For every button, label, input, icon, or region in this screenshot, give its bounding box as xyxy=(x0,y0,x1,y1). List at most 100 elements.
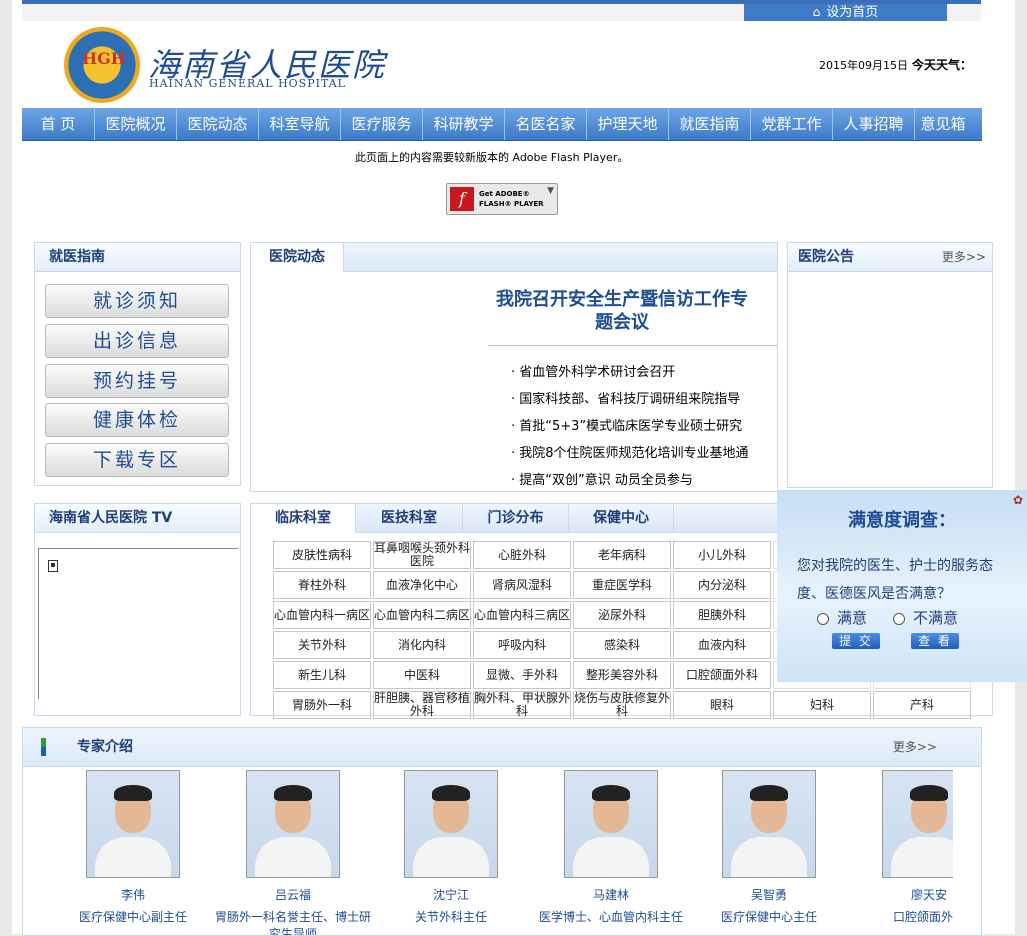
hospital-logo[interactable]: HGH xyxy=(64,27,140,103)
department-cell[interactable]: 泌尿外科 xyxy=(573,601,671,629)
expert-photo[interactable] xyxy=(404,770,498,878)
expert-photo[interactable] xyxy=(86,770,180,878)
expert-photo[interactable] xyxy=(882,770,953,878)
expert-card[interactable]: 李伟 医疗保健中心副主任 xyxy=(53,770,213,926)
news-headline[interactable]: 我院召开安全生产暨信访工作专题会议 xyxy=(491,288,753,334)
department-cell[interactable]: 呼吸内科 xyxy=(473,631,571,659)
notice-title: 医院公告 xyxy=(798,249,854,265)
expert-card[interactable]: 廖天安口腔颌面外科 xyxy=(849,770,953,926)
nav-item-medical-service[interactable]: 医疗服务 xyxy=(341,108,423,140)
nav-item-nursing[interactable]: 护理天地 xyxy=(587,108,669,140)
satisfaction-survey: ✿ 满意度调查： 您对我院的医生、护士的服务态度、医德医风是否满意？ 满意 不满… xyxy=(777,490,1027,682)
nav-item-overview[interactable]: 医院概况 xyxy=(95,108,177,140)
survey-option-satisfied[interactable]: 满意 xyxy=(817,607,867,628)
department-cell[interactable]: 眼科 xyxy=(673,691,771,719)
expert-photo[interactable] xyxy=(564,770,658,878)
tab-health-center[interactable]: 保健中心 xyxy=(569,504,674,532)
department-cell[interactable]: 消化内科 xyxy=(373,631,471,659)
department-cell[interactable]: 关节外科 xyxy=(273,631,371,659)
nav-item-recruitment[interactable]: 人事招聘 xyxy=(833,108,915,140)
expert-card[interactable]: 沈宁江 关节外科主任 xyxy=(371,770,531,926)
close-icon[interactable]: ✿ xyxy=(1013,493,1023,507)
department-cell[interactable]: 小儿外科 xyxy=(673,541,771,569)
radio-unsatisfied[interactable] xyxy=(893,612,905,625)
nav-item-research[interactable]: 科研教学 xyxy=(423,108,505,140)
nav-item-famous-doctors[interactable]: 名医名家 xyxy=(505,108,587,140)
page-scrollbar[interactable] xyxy=(1015,0,1027,934)
guide-button-checkup[interactable]: 健康体检 xyxy=(45,403,229,437)
nav-item-guide[interactable]: 就医指南 xyxy=(669,108,751,140)
tv-title: 海南省人民医院 TV xyxy=(35,504,240,533)
department-cell[interactable]: 心血管内科三病区 xyxy=(473,601,571,629)
department-cell[interactable]: 感染科 xyxy=(573,631,671,659)
news-item[interactable]: · 省血管外科学术研讨会召开 xyxy=(511,361,675,380)
survey-submit-button[interactable]: 提 交 xyxy=(832,633,880,649)
guide-button-schedule[interactable]: 出诊信息 xyxy=(45,324,229,358)
guide-button-download[interactable]: 下载专区 xyxy=(45,443,229,477)
news-item[interactable]: · 我院8个住院医师规范化培训专业基地通 xyxy=(511,442,749,461)
department-cell[interactable]: 口腔颌面外科 xyxy=(673,661,771,689)
nav-item-news[interactable]: 医院动态 xyxy=(177,108,259,140)
department-cell[interactable]: 胃肠外一科 xyxy=(273,691,371,719)
department-cell[interactable]: 心血管内科一病区 xyxy=(273,601,371,629)
expert-name[interactable]: 马建林 xyxy=(531,886,691,903)
department-cell[interactable]: 中医科 xyxy=(373,661,471,689)
download-arrow-icon: ▼ xyxy=(547,186,554,196)
department-cell[interactable]: 妇科 xyxy=(773,691,871,719)
nav-item-home[interactable]: 首 页 xyxy=(22,108,95,140)
weather-label: 今天天气： xyxy=(912,58,973,72)
expert-photo[interactable] xyxy=(722,770,816,878)
survey-view-button[interactable]: 查 看 xyxy=(911,633,959,649)
expert-name[interactable]: 吴智勇 xyxy=(689,886,849,903)
department-cell[interactable]: 老年病科 xyxy=(573,541,671,569)
tab-outpatient[interactable]: 门诊分布 xyxy=(463,504,569,532)
tab-clinical[interactable]: 临床科室 xyxy=(251,504,356,533)
department-cell[interactable]: 胆胰外科 xyxy=(673,601,771,629)
logo-text: HGH xyxy=(82,49,126,68)
nav-item-party[interactable]: 党群工作 xyxy=(751,108,833,140)
department-cell[interactable]: 心脏外科 xyxy=(473,541,571,569)
news-tab[interactable]: 医院动态 xyxy=(251,243,344,272)
department-cell[interactable]: 脊柱外科 xyxy=(273,571,371,599)
department-cell[interactable]: 血液内科 xyxy=(673,631,771,659)
expert-name[interactable]: 廖天安 xyxy=(849,886,953,903)
set-home-link[interactable]: ⌂ 设为首页 xyxy=(744,4,947,21)
get-flash-player-button[interactable]: f Get ADOBE® FLASH® PLAYER ▼ xyxy=(446,183,558,215)
department-cell[interactable]: 肝胆胰、器官移植外科 xyxy=(373,691,471,719)
department-cell[interactable]: 血液净化中心 xyxy=(373,571,471,599)
department-cell[interactable]: 整形美容外科 xyxy=(573,661,671,689)
expert-card[interactable]: 吴智勇 医疗保健中心主任 xyxy=(689,770,849,926)
expert-name[interactable]: 吕云福 xyxy=(213,886,373,903)
department-cell[interactable]: 内分泌科 xyxy=(673,571,771,599)
nav-item-feedback[interactable]: 意见箱 xyxy=(915,108,971,140)
survey-question: 您对我院的医生、护士的服务态度、医德医风是否满意？ xyxy=(797,558,993,602)
nav-item-departments[interactable]: 科室导航 xyxy=(259,108,341,140)
department-cell[interactable]: 重症医学科 xyxy=(573,571,671,599)
expert-card[interactable]: 吕云福 胃肠外一科名誉主任、博士研究生导师 xyxy=(213,770,373,935)
department-cell[interactable]: 产科 xyxy=(873,691,971,719)
department-cell[interactable]: 肾病风湿科 xyxy=(473,571,571,599)
news-item[interactable]: · 首批“5+3”模式临床医学专业硕士研究 xyxy=(511,415,742,434)
survey-option-unsatisfied[interactable]: 不满意 xyxy=(893,607,958,628)
radio-satisfied[interactable] xyxy=(817,612,829,625)
guide-button-notice[interactable]: 就诊须知 xyxy=(45,284,229,318)
tab-medical-tech[interactable]: 医技科室 xyxy=(356,504,463,532)
tv-player[interactable] xyxy=(38,548,238,699)
department-cell[interactable]: 显微、手外科 xyxy=(473,661,571,689)
expert-name[interactable]: 李伟 xyxy=(53,886,213,903)
expert-photo[interactable] xyxy=(246,770,340,878)
news-item[interactable]: · 国家科技部、省科技厅调研组来院指导 xyxy=(511,388,740,407)
news-item[interactable]: · 提高“双创”意识 动员全员参与 xyxy=(511,469,693,488)
guide-button-appointment[interactable]: 预约挂号 xyxy=(45,364,229,398)
department-cell[interactable]: 心血管内科二病区 xyxy=(373,601,471,629)
department-cell[interactable]: 皮肤性病科 xyxy=(273,541,371,569)
department-cell[interactable]: 烧伤与皮肤修复外科 xyxy=(573,691,671,719)
expert-card[interactable]: 马建林 医学博士、心血管内科主任 xyxy=(531,770,691,926)
department-cell[interactable]: 新生儿科 xyxy=(273,661,371,689)
expert-name[interactable]: 沈宁江 xyxy=(371,886,531,903)
department-cell[interactable]: 耳鼻咽喉头颈外科医院 xyxy=(373,541,471,569)
news-divider xyxy=(488,345,777,346)
guide-panel: 就医指南 就诊须知 出诊信息 预约挂号 健康体检 下载专区 xyxy=(34,242,241,486)
department-cell[interactable]: 胸外科、甲状腺外科 xyxy=(473,691,571,719)
notice-more-link[interactable]: 更多>> xyxy=(942,243,986,271)
